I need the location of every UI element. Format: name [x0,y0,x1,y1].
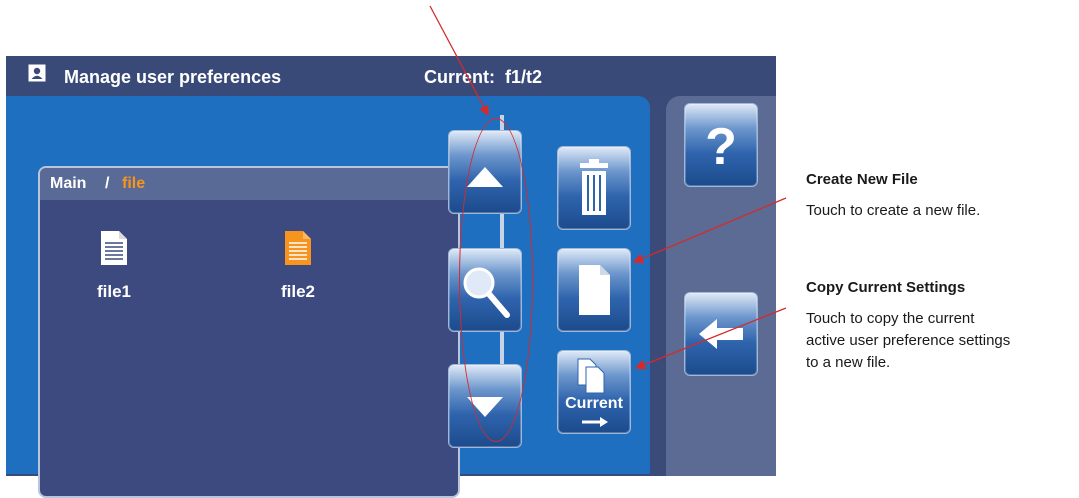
help-button[interactable]: ? [684,103,758,187]
document-icon-selected [285,231,311,265]
copy-current-settings-button[interactable]: Current [557,350,631,434]
triangle-down-icon [467,397,503,417]
document-icon [101,231,127,265]
callout-create-text: Touch to create a new file. [806,202,981,219]
question-mark-icon: ? [705,118,737,176]
delete-button[interactable] [557,146,631,230]
callout-copy-text-line3: to a new file. [806,354,891,371]
page-title: Manage user preferences [64,67,282,87]
main-panel: Main / file file1 file2 [6,96,650,498]
current-file-indicator: Current: f1/t2 [424,67,543,87]
scroll-down-button[interactable] [448,364,522,448]
breadcrumb-current: file [122,175,146,192]
back-button[interactable] [684,292,758,376]
user-profile-icon [28,64,46,82]
breadcrumb: Main / file [40,168,458,200]
triangle-up-icon [467,167,503,187]
search-icon [463,267,510,318]
file-label: file2 [280,282,316,301]
breadcrumb-main[interactable]: Main [50,175,86,193]
file-label: file1 [96,282,132,301]
create-new-file-button[interactable] [557,248,631,332]
file-browser: Main / file file1 file2 [38,166,460,498]
device-screen: Manage user preferences Current: f1/t2 M… [6,56,776,498]
arrow-left-icon [699,319,743,349]
file-item-file2[interactable]: file2 [258,230,338,310]
scroll-up-button[interactable] [448,130,522,214]
breadcrumb-separator: / [105,175,110,192]
arrow-right-icon [582,417,608,427]
file-item-file1[interactable]: file1 [74,230,154,310]
title-bar: Manage user preferences Current: f1/t2 [6,56,776,96]
new-document-icon [579,265,610,315]
trash-icon [580,159,608,215]
callout-copy-title: Copy Current Settings [806,279,966,296]
callout-create-title: Create New File [806,171,918,188]
svg-text:?: ? [705,118,737,176]
callout-copy-text-line1: Touch to copy the current [806,310,975,327]
search-button[interactable] [448,248,522,332]
callout-copy-text-line2: active user preference settings [806,332,1011,349]
